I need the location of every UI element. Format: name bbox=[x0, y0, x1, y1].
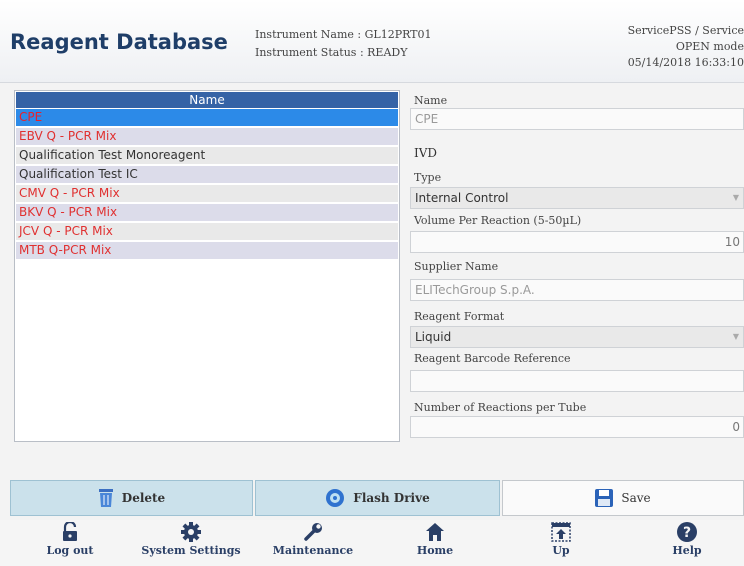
up-icon bbox=[551, 522, 571, 542]
nav-help[interactable]: ? Help bbox=[637, 522, 737, 566]
header-bar: Reagent Database Instrument Name : GL12P… bbox=[0, 0, 744, 83]
page-title: Reagent Database bbox=[10, 30, 228, 54]
list-header-name[interactable]: Name bbox=[16, 92, 398, 108]
nav-home[interactable]: Home bbox=[385, 522, 485, 566]
datetime: 05/14/2018 16:33:10 bbox=[627, 56, 744, 69]
barcode-field[interactable] bbox=[410, 370, 744, 392]
list-item[interactable]: Qualification Test IC bbox=[16, 166, 398, 183]
help-icon: ? bbox=[677, 522, 697, 542]
format-label: Reagent Format bbox=[414, 310, 505, 323]
unlock-icon bbox=[63, 522, 77, 541]
list-item[interactable]: CMV Q - PCR Mix bbox=[16, 185, 398, 202]
mode-info: OPEN mode bbox=[675, 40, 744, 53]
gear-icon bbox=[181, 522, 201, 542]
nav-home-label: Home bbox=[416, 544, 454, 557]
type-value: Internal Control bbox=[415, 191, 509, 205]
reactions-label: Number of Reactions per Tube bbox=[414, 401, 587, 414]
format-select[interactable]: Liquid ▼ bbox=[410, 326, 744, 348]
ivd-label: IVD bbox=[414, 146, 438, 160]
nav-help-label: Help bbox=[672, 544, 702, 557]
type-label: Type bbox=[414, 171, 442, 184]
nav-maintenance[interactable]: Maintenance bbox=[263, 522, 363, 566]
delete-button[interactable]: Delete bbox=[10, 480, 253, 516]
supplier-field[interactable]: ELITechGroup S.p.A. bbox=[410, 279, 744, 301]
volume-label: Volume Per Reaction (5-50µL) bbox=[414, 214, 582, 227]
name-field[interactable]: CPE bbox=[410, 108, 744, 130]
reagent-list: Name CPE EBV Q - PCR Mix Qualification Tes… bbox=[14, 90, 400, 442]
instrument-status: Instrument Status : READY bbox=[255, 46, 408, 59]
home-icon bbox=[426, 523, 444, 541]
nav-up[interactable]: Up bbox=[511, 522, 611, 566]
barcode-label: Reagent Barcode Reference bbox=[414, 352, 571, 365]
list-item[interactable]: BKV Q - PCR Mix bbox=[16, 204, 398, 221]
nav-logout-label: Log out bbox=[46, 544, 94, 557]
type-select[interactable]: Internal Control ▼ bbox=[410, 187, 744, 209]
user-info: ServicePSS / Service bbox=[627, 24, 744, 37]
list-rows: CPE EBV Q - PCR Mix Qualification Test Mon… bbox=[15, 109, 399, 259]
svg-text:?: ? bbox=[683, 525, 691, 541]
list-item[interactable]: JCV Q - PCR Mix bbox=[16, 223, 398, 240]
nav-system-settings-label: System Settings bbox=[141, 544, 241, 557]
list-item[interactable]: EBV Q - PCR Mix bbox=[16, 128, 398, 145]
delete-label: Delete bbox=[121, 491, 166, 505]
disc-icon bbox=[326, 489, 345, 507]
flash-drive-button[interactable]: Flash Drive bbox=[255, 480, 500, 516]
volume-field[interactable]: 10 bbox=[410, 231, 744, 253]
format-value: Liquid bbox=[415, 330, 452, 344]
nav-logout[interactable]: Log out bbox=[20, 522, 120, 566]
bottom-nav: Log out System Settings Maintenance Home bbox=[0, 520, 744, 566]
list-item[interactable]: Qualification Test Monoreagent bbox=[16, 147, 398, 164]
save-button[interactable]: Save bbox=[502, 480, 744, 516]
list-item[interactable]: MTB Q-PCR Mix bbox=[16, 242, 398, 259]
trash-icon bbox=[98, 489, 113, 507]
nav-system-settings[interactable]: System Settings bbox=[141, 522, 241, 566]
chevron-down-icon: ▼ bbox=[732, 193, 739, 202]
list-item[interactable]: CPE bbox=[16, 109, 398, 126]
instrument-name: Instrument Name : GL12PRT01 bbox=[255, 28, 432, 41]
supplier-label: Supplier Name bbox=[414, 260, 499, 273]
save-label: Save bbox=[621, 491, 651, 505]
wrench-icon bbox=[304, 523, 322, 541]
floppy-icon bbox=[595, 489, 614, 507]
nav-maintenance-label: Maintenance bbox=[272, 544, 354, 557]
name-label: Name bbox=[414, 94, 448, 107]
chevron-down-icon: ▼ bbox=[732, 332, 739, 341]
reactions-field[interactable]: 0 bbox=[410, 416, 744, 438]
flash-drive-label: Flash Drive bbox=[353, 491, 430, 505]
nav-up-label: Up bbox=[552, 544, 570, 557]
